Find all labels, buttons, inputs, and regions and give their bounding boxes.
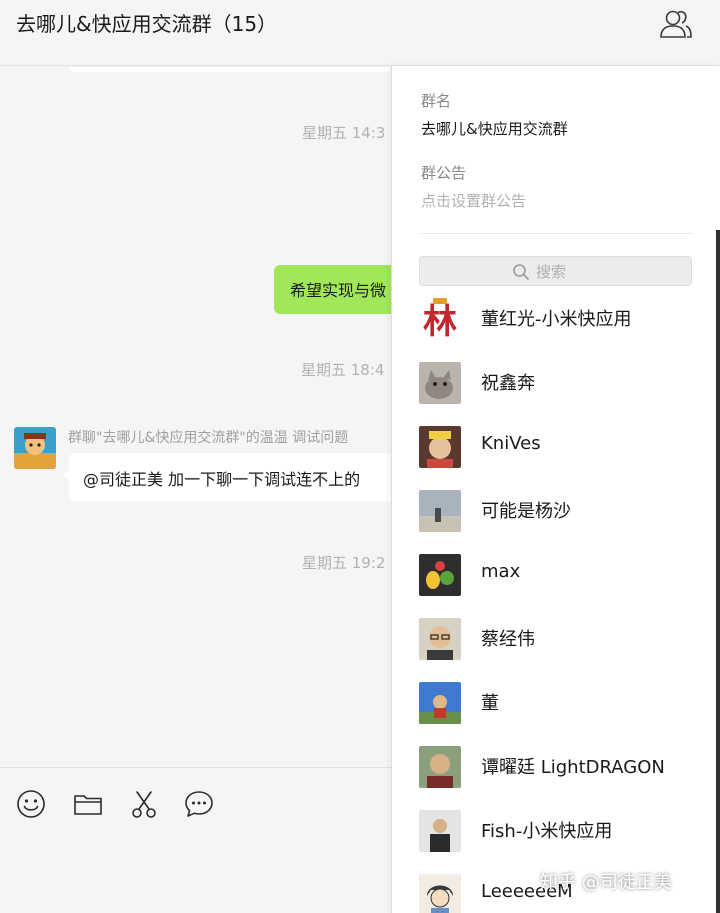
timestamp: 星期五 14:3 [302,124,386,142]
member-avatar [419,682,461,724]
scissors-icon[interactable] [128,788,160,820]
message-composer[interactable] [0,767,392,913]
timestamp: 星期五 19:2 [302,554,386,572]
search-icon [513,263,529,280]
member-item[interactable]: max [419,548,709,598]
member-name: 蔡经伟 [481,629,535,650]
watermark: 知乎 @司徒正美 [540,872,672,893]
search-placeholder: 搜索 [536,263,567,281]
member-name: max [481,561,521,582]
member-name: 董红光-小米快应用 [481,309,632,330]
member-avatar [419,554,461,596]
announcement-label: 群公告 [421,164,467,182]
member-name: Fish-小米快应用 [481,821,613,842]
member-avatar [419,810,461,852]
member-avatar [419,618,461,660]
group-title: 去哪儿&快应用交流群（15） [16,12,278,36]
member-item[interactable]: 蔡经伟 [419,612,709,662]
send-file-button[interactable] [72,788,104,820]
member-name: 董 [481,693,499,714]
member-avatar [419,362,461,404]
member-avatar [419,426,461,468]
member-item[interactable]: 董 [419,676,709,726]
member-item[interactable]: 谭曜廷 LightDRAGON [419,740,709,790]
divider [421,233,693,234]
emoji-icon[interactable] [15,788,47,820]
member-item[interactable]: 林 董红光-小米快应用 [419,292,709,342]
emoji-button[interactable] [15,788,47,820]
members-icon[interactable] [656,6,696,42]
chat-history-button[interactable] [183,788,215,820]
member-item[interactable]: KniVes [419,420,709,470]
sender-avatar[interactable] [14,427,56,469]
member-avatar: 林 [419,298,461,340]
member-name: 可能是杨沙 [481,501,571,522]
previous-message-bubble [70,67,392,72]
group-name-value[interactable]: 去哪儿&快应用交流群 [421,118,568,139]
member-search-input[interactable]: 搜索 [419,256,692,286]
member-name: 谭曜廷 LightDRAGON [481,757,665,778]
member-avatar [419,874,461,913]
member-name: 祝鑫奔 [481,373,535,394]
sender-name: 群聊"去哪儿&快应用交流群"的温温 调试问题 [68,430,349,446]
member-item[interactable]: Fish-小米快应用 [419,804,709,854]
chat-header: 去哪儿&快应用交流群（15） [0,0,720,66]
screenshot-button[interactable] [128,788,160,820]
group-name-label: 群名 [421,92,452,110]
outgoing-message-bubble[interactable]: 希望实现与微 [274,265,392,314]
member-avatar [419,490,461,532]
scrollbar[interactable] [716,230,720,913]
announcement-placeholder[interactable]: 点击设置群公告 [421,190,526,211]
folder-icon[interactable] [72,788,104,820]
incoming-message-bubble[interactable]: @司徒正美 加一下聊一下调试连不上的 [69,453,392,501]
member-item[interactable]: 可能是杨沙 [419,484,709,534]
chat-bubble-icon[interactable] [183,788,215,820]
svg-text:林: 林 [423,302,457,340]
member-avatar [419,746,461,788]
chat-message-area[interactable]: 星期五 14:3 希望实现与微 星期五 18:4 群聊"去哪儿&快应用交流群"的… [0,67,392,767]
member-name: KniVes [481,433,541,454]
members-button[interactable] [656,6,696,42]
timestamp: 星期五 18:4 [301,361,385,379]
group-info-panel: 群名 去哪儿&快应用交流群 群公告 点击设置群公告 搜索 林 董红光-小米快应用 [391,66,720,913]
member-item[interactable]: 祝鑫奔 [419,356,709,406]
